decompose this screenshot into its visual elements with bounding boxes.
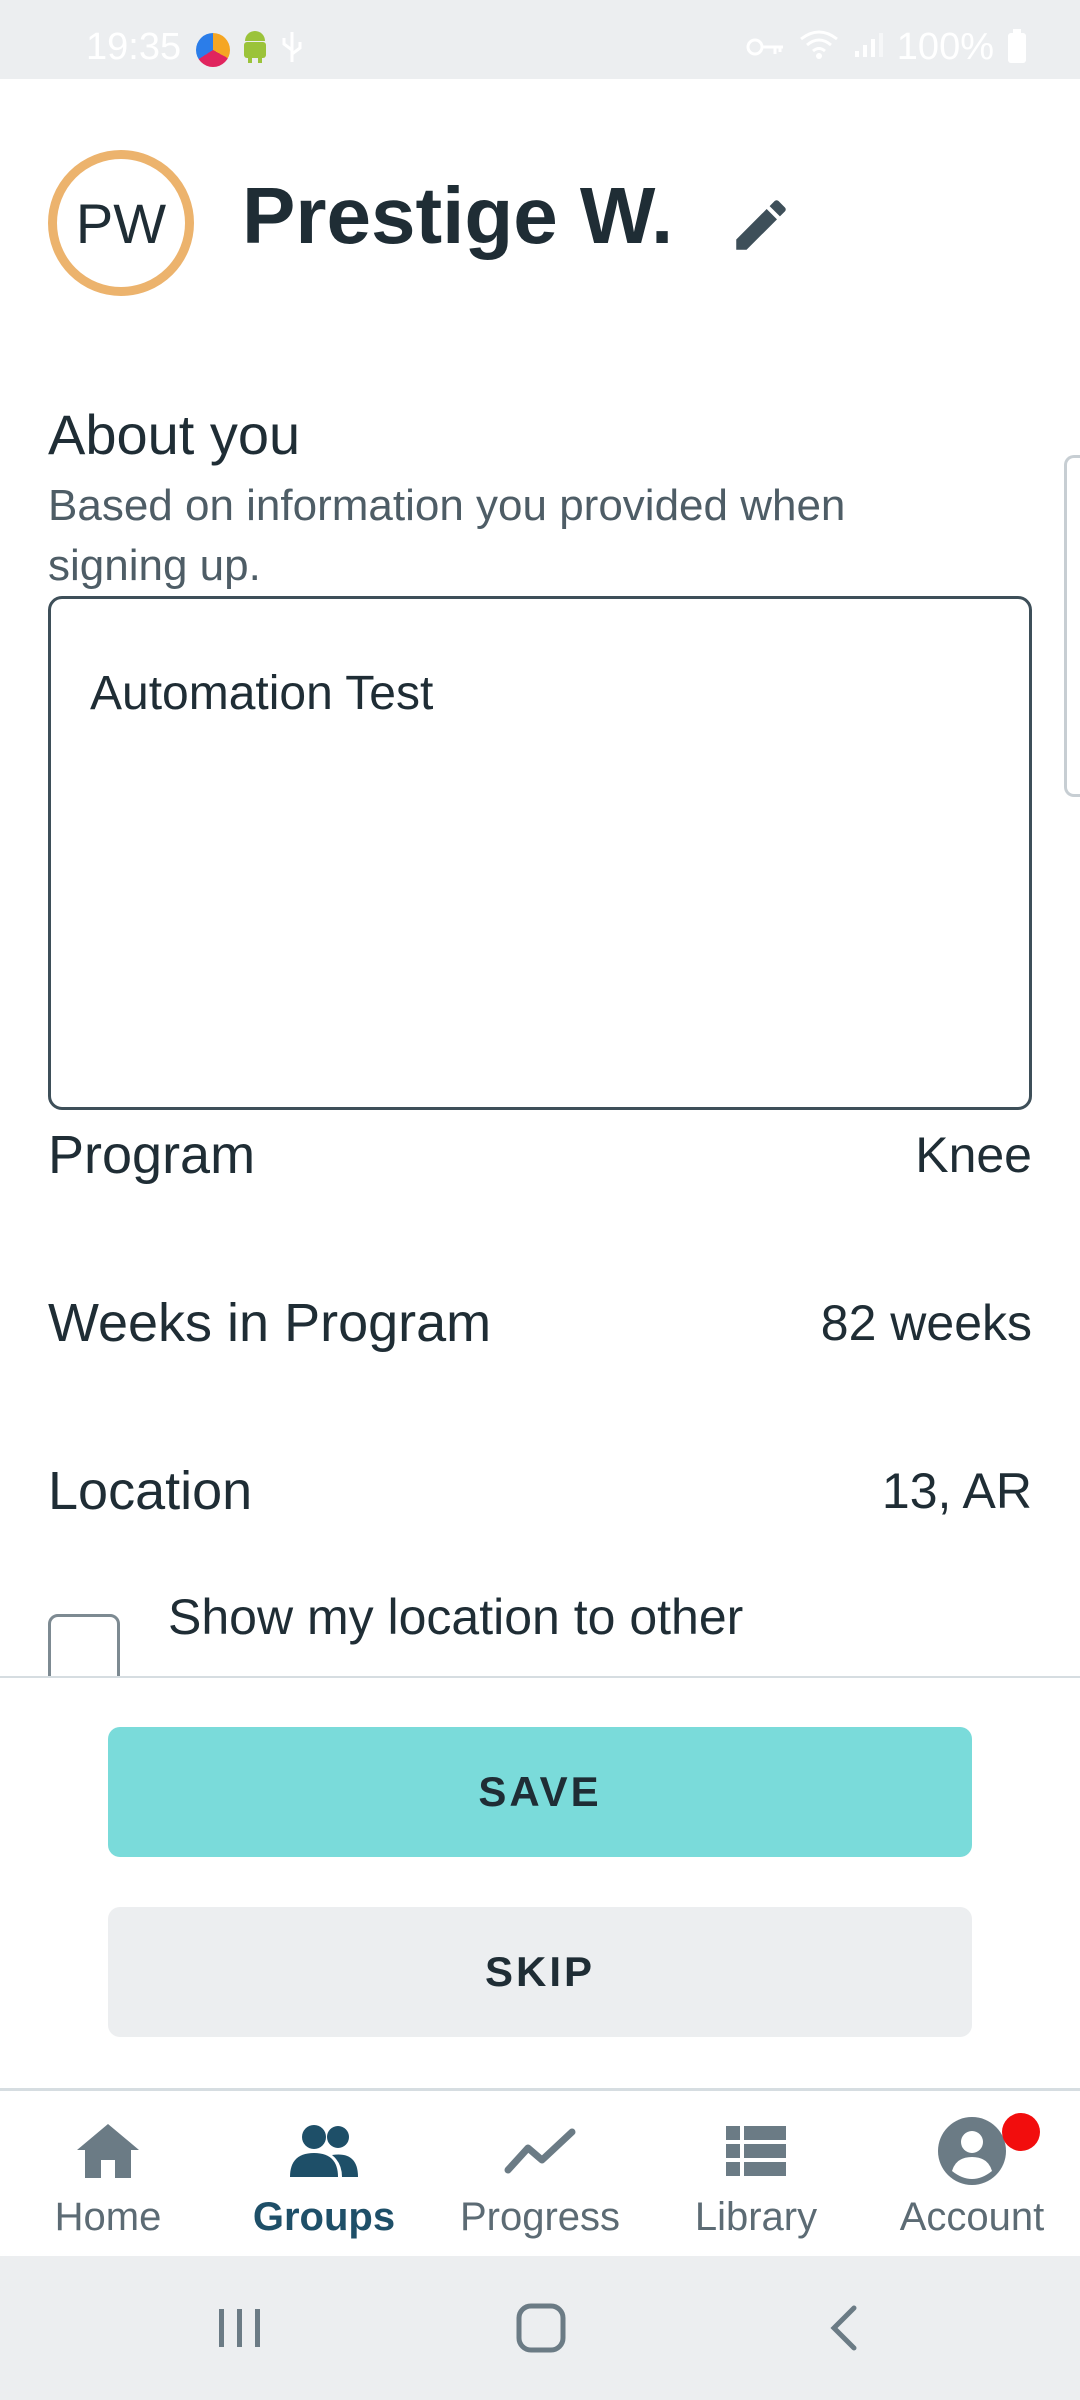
bottom-nav: Home Groups Progress Library Account <box>0 2088 1080 2256</box>
location-value: 13, AR <box>881 1463 1032 1519</box>
groups-icon <box>288 2119 360 2183</box>
nav-home[interactable]: Home <box>0 2091 216 2259</box>
skip-button[interactable]: SKIP <box>108 1907 972 2037</box>
nav-library[interactable]: Library <box>648 2091 864 2259</box>
battery-icon <box>1008 28 1026 63</box>
about-text[interactable]: Automation Test <box>90 666 433 721</box>
about-subtitle: Based on information you provided when s… <box>48 481 846 590</box>
home-icon <box>72 2119 144 2183</box>
system-nav-bar <box>0 2256 1080 2400</box>
app-notification-icon <box>196 32 230 67</box>
nav-home-label: Home <box>54 2195 162 2239</box>
status-right: 100% <box>745 26 1026 69</box>
weeks-label: Weeks in Program <box>48 1293 492 1353</box>
library-icon <box>720 2119 792 2183</box>
about-title: About you <box>48 403 301 466</box>
status-bar: 19:35 100% <box>0 0 1080 79</box>
save-button[interactable]: SAVE <box>108 1727 972 1857</box>
edit-icon[interactable] <box>728 192 794 258</box>
location-label: Location <box>48 1461 253 1521</box>
program-value: Knee <box>915 1127 1032 1183</box>
back-icon[interactable] <box>808 2296 878 2360</box>
avatar-initials: PW <box>75 191 167 255</box>
nav-account[interactable]: Account <box>864 2091 1080 2259</box>
nav-library-label: Library <box>694 2195 818 2239</box>
progress-icon <box>504 2119 576 2183</box>
nav-groups-label: Groups <box>252 2195 396 2239</box>
signal-icon <box>853 26 883 69</box>
avatar: PW <box>48 150 194 296</box>
battery-level: 100% <box>896 26 994 68</box>
notification-badge <box>1002 2113 1040 2151</box>
nav-progress[interactable]: Progress <box>432 2091 648 2259</box>
nav-progress-label: Progress <box>459 2195 621 2239</box>
nav-groups[interactable]: Groups <box>216 2091 432 2259</box>
key-icon <box>745 26 785 69</box>
recent-apps-icon[interactable] <box>205 2296 275 2360</box>
account-icon <box>936 2117 1008 2185</box>
program-label: Program <box>48 1125 256 1185</box>
profile-name: Prestige W. <box>242 171 674 260</box>
status-time: 19:35 <box>86 26 182 68</box>
usb-icon <box>280 30 304 69</box>
nav-account-label: Account <box>899 2195 1045 2239</box>
notification-icons <box>196 30 304 69</box>
side-panel-handle[interactable] <box>1064 455 1080 797</box>
weeks-value: 82 weeks <box>820 1295 1032 1351</box>
wifi-icon <box>799 26 839 69</box>
show-location-label: Show my location to other <box>168 1589 744 1645</box>
home-button-icon[interactable] <box>506 2296 576 2360</box>
android-icon <box>240 30 270 69</box>
